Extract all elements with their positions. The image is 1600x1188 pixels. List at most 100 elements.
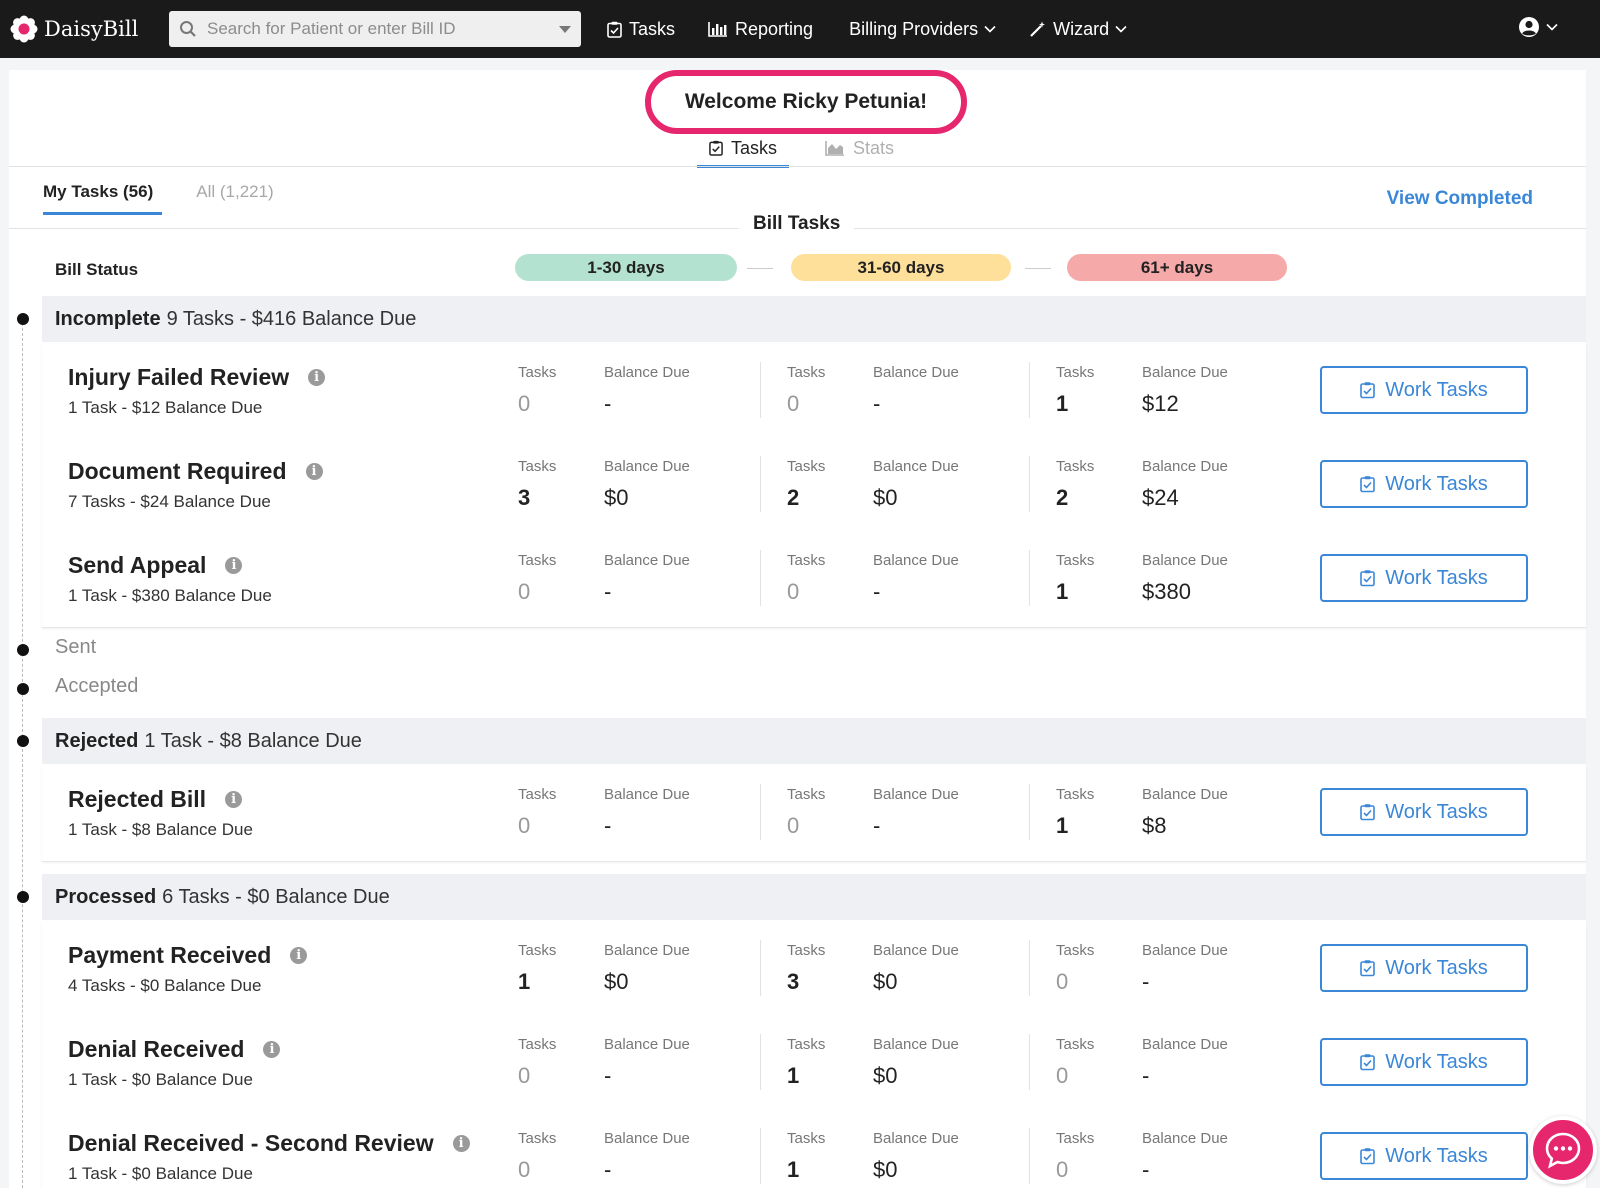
section-title: Bill Tasks — [739, 213, 855, 235]
aging-pill-31-60: 31-60 days — [791, 254, 1011, 281]
tab-tasks[interactable]: Tasks — [697, 134, 789, 168]
task-summary: 1 Task - $0 Balance Due — [68, 1070, 253, 1089]
bucket-1-balance: Balance Due - — [604, 1130, 690, 1183]
work-tasks-label: Work Tasks — [1385, 1144, 1488, 1167]
nav-tasks-label: Tasks — [629, 18, 676, 39]
info-icon[interactable]: i — [225, 557, 243, 574]
balance-label: Balance Due — [873, 1036, 959, 1053]
balance-value: $380 — [1142, 579, 1191, 604]
info-icon[interactable]: i — [290, 947, 308, 964]
chat-button[interactable] — [1529, 1116, 1597, 1184]
status-accepted[interactable]: Accepted — [55, 675, 138, 698]
tab-my-tasks[interactable]: My Tasks (56) — [43, 182, 163, 215]
tasks-count: 3 — [787, 969, 800, 994]
tab-stats[interactable]: Stats — [813, 134, 904, 168]
pill-separator — [747, 268, 773, 269]
brand-name: DaisyBill — [44, 17, 139, 41]
timeline-dot — [17, 313, 29, 325]
balance-label: Balance Due — [604, 1036, 690, 1053]
nav-reporting[interactable]: Reporting — [708, 0, 813, 58]
bucket-2-balance: Balance Due $0 — [873, 458, 959, 511]
task-row: Injury Failed Review i 1 Task - $12 Balanc… — [42, 344, 1586, 440]
bucket-2-tasks: Tasks 0 — [787, 552, 825, 605]
column-separator — [1029, 550, 1030, 606]
tasks-count: 3 — [518, 485, 531, 510]
balance-value: - — [604, 1063, 612, 1088]
work-tasks-label: Work Tasks — [1385, 800, 1488, 823]
nav-tasks[interactable]: Tasks — [607, 0, 675, 58]
nav-billing-providers[interactable]: Billing Providers — [849, 0, 1003, 58]
task-row: Rejected Bill i 1 Task - $8 Balance Due Tas… — [42, 766, 1586, 862]
tasks-count: 1 — [1056, 579, 1069, 604]
bucket-3-balance: Balance Due $8 — [1142, 786, 1228, 839]
balance-value: - — [1142, 1063, 1150, 1088]
task-title-text: Payment Received — [68, 942, 272, 968]
info-icon[interactable]: i — [305, 463, 323, 480]
group-header-rejected: Rejected 1 Task - $8 Balance Due — [42, 718, 1586, 764]
column-separator — [1029, 784, 1030, 840]
bucket-3-balance: Balance Due $12 — [1142, 364, 1228, 417]
dashboard-panel: Welcome Ricky Petunia! Tasks Stats My Ta… — [9, 70, 1586, 1188]
work-tasks-button[interactable]: Work Tasks — [1320, 366, 1528, 414]
work-tasks-button[interactable]: Work Tasks — [1320, 554, 1528, 602]
welcome-banner: Welcome Ricky Petunia! — [645, 70, 967, 134]
bucket-3-balance: Balance Due - — [1142, 942, 1228, 995]
task-title: Rejected Bill i — [68, 786, 243, 813]
task-title-text: Rejected Bill — [68, 786, 207, 812]
tasks-label: Tasks — [518, 1036, 557, 1053]
info-icon[interactable]: i — [263, 1041, 281, 1058]
work-tasks-button[interactable]: Work Tasks — [1320, 1038, 1528, 1086]
work-tasks-button[interactable]: Work Tasks — [1320, 1132, 1528, 1180]
balance-value: - — [1142, 969, 1150, 994]
chat-icon — [1545, 1132, 1581, 1169]
bucket-1-balance: Balance Due $0 — [604, 458, 690, 511]
column-separator — [760, 550, 761, 606]
brand-logo[interactable]: DaisyBill — [10, 15, 150, 43]
balance-value: - — [1142, 1157, 1150, 1182]
info-icon[interactable]: i — [308, 369, 326, 386]
bucket-1-tasks: Tasks 1 — [518, 942, 556, 995]
balance-value: - — [604, 813, 612, 838]
balance-label: Balance Due — [1142, 1130, 1228, 1147]
search-icon — [180, 21, 196, 37]
balance-value: $8 — [1142, 813, 1167, 838]
info-icon[interactable]: i — [452, 1135, 470, 1152]
search-input[interactable] — [207, 19, 559, 39]
task-title-text: Denial Received - Second Review — [68, 1130, 434, 1156]
balance-label: Balance Due — [1142, 552, 1228, 569]
balance-value: $0 — [873, 485, 898, 510]
bucket-3-balance: Balance Due $380 — [1142, 552, 1228, 605]
work-tasks-button[interactable]: Work Tasks — [1320, 460, 1528, 508]
account-menu[interactable] — [1518, 16, 1558, 38]
balance-label: Balance Due — [604, 786, 690, 803]
group-header-incomplete: Incomplete 9 Tasks - $416 Balance Due — [42, 296, 1586, 342]
top-nav: DaisyBill Tasks Reporting Billing Provid… — [0, 0, 1600, 58]
tasks-label: Tasks — [1056, 364, 1095, 381]
tab-all-tasks[interactable]: All (1,221) — [196, 182, 273, 215]
aging-pill-1-30: 1-30 days — [515, 254, 737, 281]
divider — [9, 166, 1586, 167]
nav-wizard[interactable]: Wizard — [1029, 0, 1134, 58]
status-sent[interactable]: Sent — [55, 636, 96, 659]
balance-label: Balance Due — [1142, 364, 1228, 381]
column-separator — [760, 1128, 761, 1184]
bucket-1-balance: Balance Due - — [604, 552, 690, 605]
tasks-count: 0 — [518, 1063, 531, 1088]
task-title: Injury Failed Review i — [68, 364, 326, 391]
bucket-3-balance: Balance Due - — [1142, 1036, 1228, 1089]
task-summary: 1 Task - $12 Balance Due — [68, 398, 263, 417]
balance-label: Balance Due — [604, 458, 690, 475]
clipboard-check-icon — [709, 140, 723, 156]
view-completed-link[interactable]: View Completed — [1387, 188, 1533, 210]
clipboard-check-icon — [1360, 1054, 1375, 1071]
work-tasks-button[interactable]: Work Tasks — [1320, 944, 1528, 992]
task-title-text: Send Appeal — [68, 552, 207, 578]
bucket-1-balance: Balance Due - — [604, 364, 690, 417]
search-dropdown-icon[interactable] — [559, 25, 571, 33]
balance-label: Balance Due — [1142, 1036, 1228, 1053]
search-box[interactable] — [169, 11, 581, 47]
tasks-label: Tasks — [518, 786, 557, 803]
bucket-3-balance: Balance Due $24 — [1142, 458, 1228, 511]
work-tasks-button[interactable]: Work Tasks — [1320, 788, 1528, 836]
info-icon[interactable]: i — [225, 791, 243, 808]
